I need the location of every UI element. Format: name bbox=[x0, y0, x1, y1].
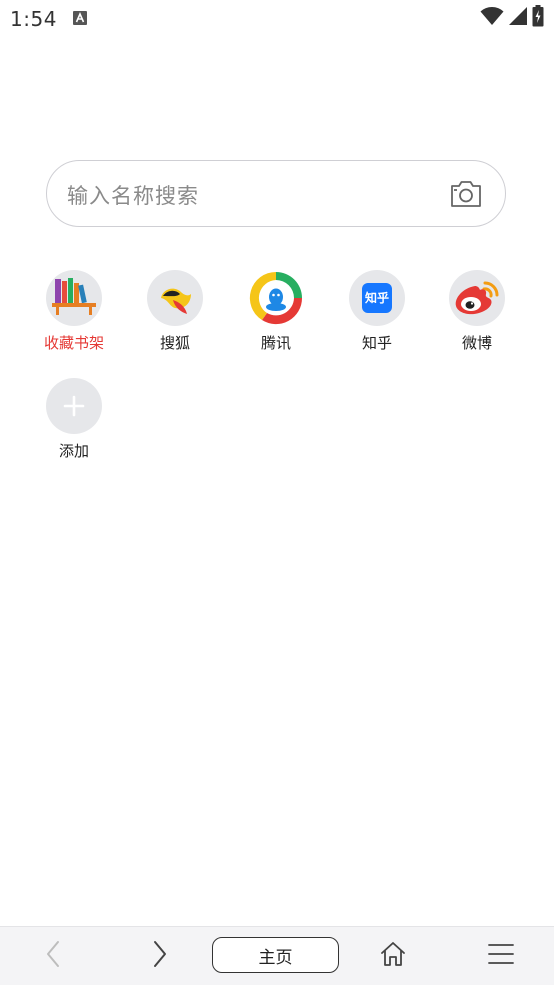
battery-charging-icon bbox=[532, 5, 544, 31]
chevron-left-icon bbox=[43, 939, 63, 973]
signal-icon bbox=[508, 6, 528, 30]
bottom-toolbar: 主页 bbox=[0, 926, 554, 985]
status-bar: 1:54 bbox=[0, 0, 554, 40]
shortcut-weibo[interactable]: 微博 bbox=[432, 270, 522, 353]
home-page-button[interactable]: 主页 bbox=[212, 937, 339, 973]
status-icons bbox=[480, 5, 544, 31]
sohu-icon bbox=[147, 270, 203, 326]
browser-home-page: 1:54 输入名称搜索 收藏书架 搜狐 腾讯 知乎 知乎 微博 添加 主页 bbox=[0, 0, 554, 985]
shortcut-bookshelf[interactable]: 收藏书架 bbox=[29, 270, 119, 353]
menu-icon bbox=[487, 942, 515, 970]
zhihu-icon: 知乎 bbox=[349, 270, 405, 326]
shortcut-label: 微博 bbox=[461, 334, 492, 352]
house-icon bbox=[379, 940, 407, 972]
shortcut-sohu[interactable]: 搜狐 bbox=[130, 270, 220, 353]
camera-icon[interactable] bbox=[449, 179, 483, 209]
add-icon bbox=[46, 378, 102, 434]
search-input[interactable]: 输入名称搜索 bbox=[67, 180, 199, 210]
shortcut-label: 收藏书架 bbox=[43, 334, 104, 352]
zhihu-logo-text: 知乎 bbox=[362, 283, 392, 313]
app-notification-icon bbox=[73, 10, 87, 25]
shortcut-label: 腾讯 bbox=[260, 334, 291, 352]
bookshelf-icon bbox=[46, 270, 102, 326]
chevron-right-icon bbox=[150, 939, 170, 973]
wifi-icon bbox=[480, 6, 504, 30]
shortcut-label: 知乎 bbox=[361, 334, 392, 352]
shortcut-tencent[interactable]: 腾讯 bbox=[231, 270, 321, 353]
shortcut-zhihu[interactable]: 知乎 知乎 bbox=[332, 270, 422, 353]
forward-button[interactable] bbox=[135, 927, 185, 985]
home-button[interactable] bbox=[368, 927, 418, 985]
back-button[interactable] bbox=[28, 927, 78, 985]
weibo-icon bbox=[449, 270, 505, 326]
menu-button[interactable] bbox=[476, 927, 526, 985]
shortcut-label: 搜狐 bbox=[159, 334, 190, 352]
tencent-icon bbox=[248, 270, 304, 326]
shortcut-label: 添加 bbox=[58, 442, 89, 460]
shortcut-add[interactable]: 添加 bbox=[29, 378, 119, 461]
search-box[interactable]: 输入名称搜索 bbox=[46, 160, 506, 227]
status-time: 1:54 bbox=[10, 7, 57, 31]
